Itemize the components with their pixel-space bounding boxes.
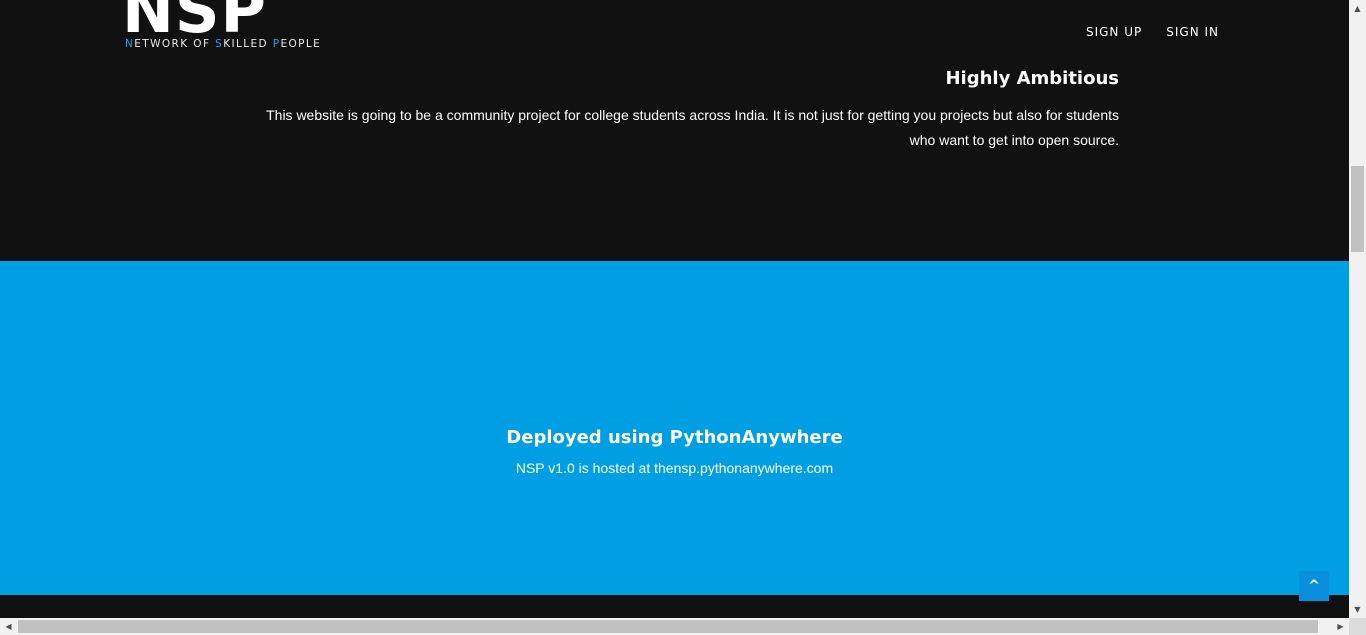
scrollbar-corner [1349, 618, 1366, 635]
tagline-letter: S [215, 38, 224, 50]
feature-description: This website is going to be a community … [266, 107, 1119, 148]
vertical-scroll-thumb[interactable] [1351, 166, 1364, 252]
deploy-description: NSP v1.0 is hosted at thensp.pythonanywh… [515, 460, 834, 476]
tagline-text: ETWORK OF [134, 38, 216, 50]
deploy-title: Deployed using PythonAnywhere [506, 427, 843, 448]
triangle-right-icon[interactable]: ▶ [1332, 618, 1349, 635]
triangle-up-icon[interactable]: ▲ [1349, 0, 1366, 17]
sign-up-link[interactable]: SIGN UP [1086, 25, 1142, 39]
tagline-text: EOPLE [280, 38, 322, 50]
triangle-left-icon[interactable]: ◀ [0, 618, 17, 635]
tagline-letter: N [125, 38, 135, 50]
page-viewport: NSP NETWORK OF SKILLED PEOPLE SIGN UP SI… [0, 0, 1349, 618]
main-nav: SIGN UP SIGN IN [1086, 25, 1219, 39]
deploy-section: Deployed using PythonAnywhere NSP v1.0 i… [0, 261, 1349, 595]
sign-in-link[interactable]: SIGN IN [1166, 25, 1219, 39]
triangle-down-icon[interactable]: ▼ [1349, 601, 1366, 618]
horizontal-scrollbar[interactable]: ◀ ▶ [0, 618, 1349, 635]
logo-mark: NSP [122, 0, 267, 47]
deploy-content: Deployed using PythonAnywhere NSP v1.0 i… [0, 427, 1349, 476]
site-logo[interactable]: NSP NETWORK OF SKILLED PEOPLE [122, 0, 342, 54]
footer-strip [0, 595, 1349, 618]
feature-title: Highly Ambitious [945, 68, 1119, 89]
site-header: NSP NETWORK OF SKILLED PEOPLE SIGN UP SI… [0, 0, 1349, 60]
horizontal-scroll-thumb[interactable] [18, 620, 1318, 633]
tagline-text: KILLED [223, 38, 273, 50]
logo-tagline: NETWORK OF SKILLED PEOPLE [125, 38, 321, 50]
back-to-top-button[interactable]: ^ [1299, 571, 1329, 601]
feature-section: Highly Ambitious This website is going t… [0, 60, 1349, 261]
vertical-scrollbar[interactable]: ▲ ▼ [1349, 0, 1366, 618]
